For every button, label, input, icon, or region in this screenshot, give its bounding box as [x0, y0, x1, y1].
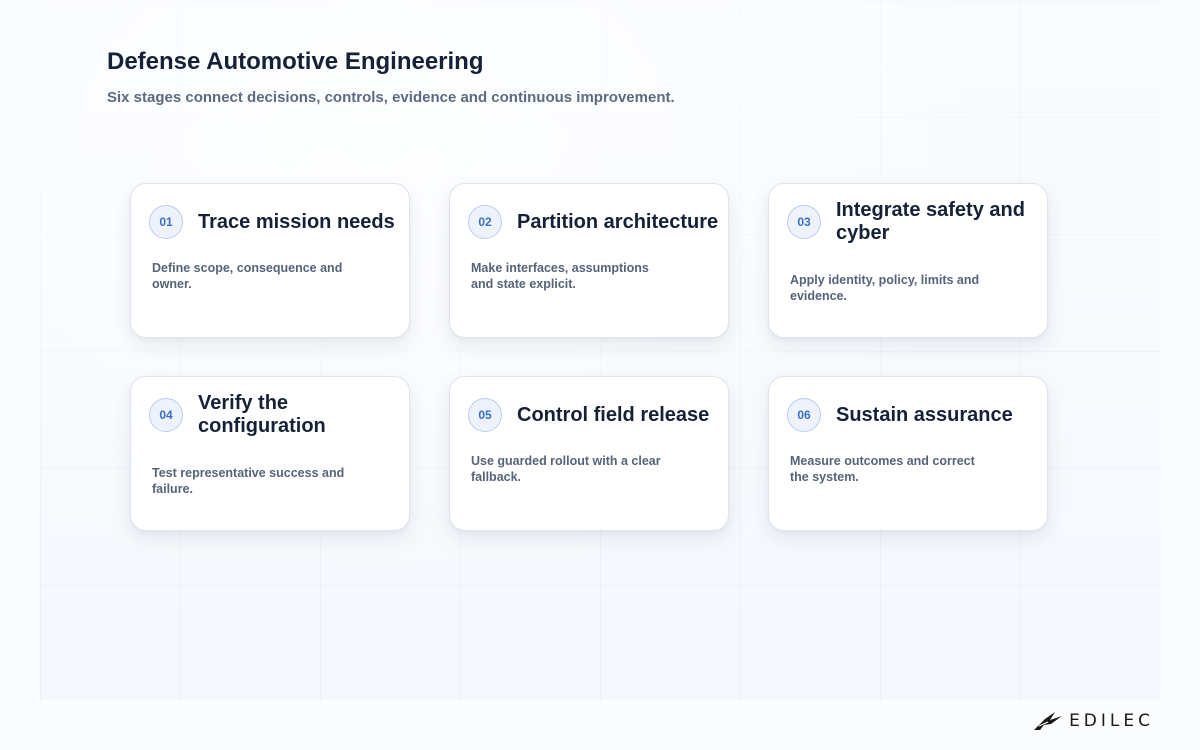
stage-card-header: 02 Partition architecture	[468, 202, 720, 242]
stage-title: Control field release	[517, 403, 710, 426]
stage-card-2: 02 Partition architecture Make interface…	[449, 183, 729, 338]
page-title: Defense Automotive Engineering	[107, 48, 484, 75]
stage-card-header: 04 Verify the configuration	[149, 392, 401, 437]
stage-grid: 01 Trace mission needs Define scope, con…	[130, 183, 1048, 531]
stage-number-badge: 06	[787, 398, 821, 432]
stage-card-6: 06 Sustain assurance Measure outcomes an…	[768, 376, 1048, 531]
stage-number-badge: 05	[468, 398, 502, 432]
brand-logo: EDILEC	[1033, 710, 1154, 732]
brand-name: EDILEC	[1069, 711, 1154, 731]
stage-title: Integrate safety and cyber	[836, 199, 1025, 244]
stage-card-header: 03 Integrate safety and cyber	[787, 199, 1039, 244]
stage-description: Use guarded rollout with a clear fallbac…	[471, 454, 661, 484]
stage-title: Verify the configuration	[198, 392, 326, 437]
stage-card-4: 04 Verify the configuration Test represe…	[130, 376, 410, 531]
stage-description: Measure outcomes and correct the system.	[790, 454, 975, 484]
stage-card-header: 06 Sustain assurance	[787, 395, 1039, 435]
stage-card-header: 05 Control field release	[468, 395, 720, 435]
stage-number-badge: 03	[787, 205, 821, 239]
stage-card-5: 05 Control field release Use guarded rol…	[449, 376, 729, 531]
stage-title: Trace mission needs	[198, 210, 395, 233]
stage-number-badge: 01	[149, 205, 183, 239]
stage-number-badge: 04	[149, 398, 183, 432]
stage-title: Sustain assurance	[836, 403, 1013, 426]
stage-title: Partition architecture	[517, 210, 719, 233]
stage-description: Define scope, consequence and owner.	[152, 261, 343, 291]
stage-number-badge: 02	[468, 205, 502, 239]
stage-card-header: 01 Trace mission needs	[149, 202, 401, 242]
bird-logo-icon	[1034, 712, 1063, 730]
stage-card-3: 03 Integrate safety and cyber Apply iden…	[768, 183, 1048, 338]
page-subtitle: Six stages connect decisions, controls, …	[107, 89, 675, 106]
stage-card-1: 01 Trace mission needs Define scope, con…	[130, 183, 410, 338]
stage-description: Test representative success and failure.	[152, 466, 345, 496]
stage-description: Make interfaces, assumptions and state e…	[471, 261, 649, 291]
stage-description: Apply identity, policy, limits and evide…	[790, 273, 980, 303]
